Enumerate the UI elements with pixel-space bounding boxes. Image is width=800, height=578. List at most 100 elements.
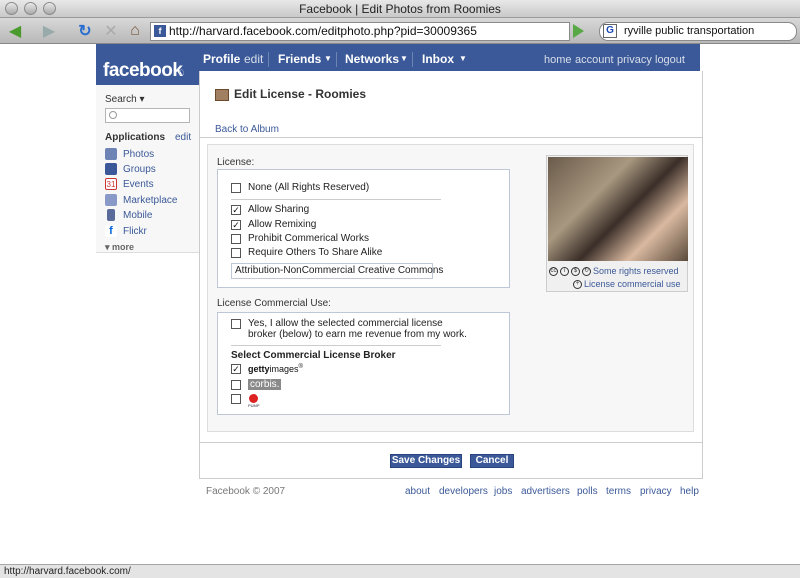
sidebar-item-marketplace[interactable]: Marketplace bbox=[105, 193, 177, 207]
footer-link-terms[interactable]: terms bbox=[606, 486, 631, 497]
close-window-button[interactable] bbox=[5, 2, 18, 15]
footer-link-developers[interactable]: developers bbox=[439, 486, 488, 497]
sidebar-item-label: Flickr bbox=[123, 225, 147, 237]
nav-privacy[interactable]: privacy bbox=[617, 54, 652, 66]
friends-dropdown-icon[interactable]: ▼ bbox=[324, 54, 332, 63]
checkbox-commercial-optin[interactable] bbox=[231, 319, 241, 329]
back-to-album-link[interactable]: Back to Album bbox=[215, 124, 279, 135]
checkbox-allow-sharing[interactable]: ✓ bbox=[231, 204, 241, 215]
cc-commercial-row[interactable]: + License commercial use bbox=[573, 279, 681, 289]
option-allow-sharing[interactable]: ✓ Allow Sharing bbox=[231, 204, 309, 215]
license-summary-field: Attribution-NonCommercial Creative Commo… bbox=[231, 263, 443, 279]
facebook-logo[interactable]: facebook bbox=[103, 60, 183, 82]
sidebar-search-label[interactable]: Search ▾ bbox=[105, 94, 144, 105]
checkbox-allow-remixing[interactable]: ✓ bbox=[231, 219, 241, 230]
footer-link-privacy[interactable]: privacy bbox=[640, 486, 672, 497]
nav-logout[interactable]: logout bbox=[655, 54, 685, 66]
sidebar-item-flickr[interactable]: f Flickr bbox=[105, 224, 147, 238]
nav-networks[interactable]: Networks bbox=[345, 52, 399, 66]
sidebar-item-label: Marketplace bbox=[123, 194, 178, 206]
sidebar-search-input[interactable] bbox=[105, 108, 190, 123]
cancel-button[interactable]: Cancel bbox=[470, 454, 514, 468]
commercial-section-label: License Commercial Use: bbox=[217, 298, 331, 309]
footer-link-polls[interactable]: polls bbox=[577, 486, 598, 497]
option-prohibit-commercial[interactable]: Prohibit Commerical Works bbox=[231, 233, 369, 244]
sidebar-item-photos[interactable]: Photos bbox=[105, 147, 154, 161]
nav-inbox[interactable]: Inbox bbox=[422, 52, 454, 66]
option-divider bbox=[231, 199, 441, 200]
reload-icon[interactable]: ↻ bbox=[74, 21, 96, 41]
commercial-optin[interactable]: Yes, I allow the selected commercial lic… bbox=[231, 318, 467, 340]
cc-noncommercial-icon: $ bbox=[571, 266, 580, 276]
broker-getty[interactable]: ✓ gettyimages® bbox=[231, 364, 303, 374]
checkbox-none[interactable] bbox=[231, 182, 241, 193]
go-arrow-icon[interactable] bbox=[573, 24, 584, 38]
sidebar-more-link[interactable]: ▾ more bbox=[105, 242, 134, 253]
broker-corbis[interactable]: corbis. bbox=[231, 379, 282, 390]
cc-attribution-icon: i bbox=[560, 266, 569, 276]
inbox-dropdown-icon[interactable]: ▼ bbox=[459, 54, 467, 63]
cc-rights-link[interactable]: Some rights reserved bbox=[593, 266, 679, 276]
option-allow-remixing[interactable]: ✓ Allow Remixing bbox=[231, 219, 316, 230]
checkbox-prohibit-commercial[interactable] bbox=[231, 233, 241, 244]
sidebar-item-label: Photos bbox=[123, 148, 155, 160]
networks-dropdown-icon[interactable]: ▼ bbox=[400, 54, 408, 63]
footer-link-advertisers[interactable]: advertisers bbox=[521, 486, 570, 497]
marketplace-icon bbox=[105, 194, 117, 206]
checkbox-share-alike[interactable] bbox=[231, 247, 241, 258]
license-form: License: None (All Rights Reserved) ✓ Al… bbox=[207, 144, 694, 432]
footer-link-about[interactable]: about bbox=[405, 486, 430, 497]
forward-arrow-icon[interactable]: ▶ bbox=[38, 21, 60, 41]
option-share-alike[interactable]: Require Others To Share Alike bbox=[231, 247, 382, 258]
nav-friends[interactable]: Friends bbox=[278, 52, 321, 66]
groups-icon bbox=[105, 163, 117, 175]
footer-link-jobs[interactable]: jobs bbox=[494, 486, 512, 497]
address-bar[interactable]: f http://harvard.facebook.com/editphoto.… bbox=[150, 22, 570, 41]
checkbox-corbis[interactable] bbox=[231, 379, 241, 390]
photo-thumbnail[interactable] bbox=[548, 157, 688, 261]
nav-profile-edit[interactable]: edit bbox=[244, 52, 263, 66]
broker-pump[interactable]: PUMP bbox=[231, 394, 260, 408]
option-share-alike-label: Require Others To Share Alike bbox=[248, 247, 383, 258]
cc-rights-row[interactable]: cc i $ ↻ Some rights reserved bbox=[549, 266, 679, 276]
window-title: Facebook | Edit Photos from Roomies bbox=[299, 2, 501, 16]
option-none-label: None (All Rights Reserved) bbox=[248, 182, 370, 193]
pump-logo: PUMP bbox=[248, 394, 260, 408]
photo-album-icon bbox=[215, 89, 229, 101]
browser-status-bar: http://harvard.facebook.com/ bbox=[0, 564, 800, 578]
page-title: Edit License - Roomies bbox=[234, 87, 367, 101]
home-icon[interactable]: ⌂ bbox=[124, 21, 146, 41]
left-sidebar: Search ▾ Applications edit Photos Groups… bbox=[96, 85, 199, 253]
google-search-icon[interactable]: G bbox=[603, 24, 617, 38]
nav-profile[interactable]: Profile bbox=[203, 52, 240, 66]
zoom-window-button[interactable] bbox=[43, 2, 56, 15]
save-changes-button[interactable]: Save Changes bbox=[390, 454, 462, 468]
calendar-icon: 31 bbox=[105, 178, 117, 190]
mobile-phone-icon bbox=[107, 209, 115, 221]
cc-icon: cc bbox=[549, 266, 558, 276]
sidebar-item-groups[interactable]: Groups bbox=[105, 162, 156, 176]
broker-heading: Select Commercial License Broker bbox=[231, 350, 396, 361]
checkbox-pump[interactable] bbox=[231, 394, 241, 404]
option-prohibit-commercial-label: Prohibit Commerical Works bbox=[248, 233, 369, 244]
nav-divider bbox=[268, 52, 269, 67]
stop-icon[interactable]: ✕ bbox=[100, 21, 122, 41]
nav-home[interactable]: home bbox=[544, 54, 572, 66]
plus-icon: + bbox=[573, 279, 582, 289]
minimize-window-button[interactable] bbox=[24, 2, 37, 15]
sidebar-item-events[interactable]: 31 Events bbox=[105, 177, 154, 191]
home-house-icon[interactable]: ⌂ bbox=[178, 66, 185, 78]
option-none[interactable]: None (All Rights Reserved) bbox=[231, 182, 369, 193]
main-panel: Edit License - Roomies Back to Album Lic… bbox=[199, 71, 703, 479]
nav-account[interactable]: account bbox=[575, 54, 614, 66]
applications-edit-link[interactable]: edit bbox=[175, 132, 191, 143]
sidebar-item-mobile[interactable]: Mobile bbox=[105, 208, 152, 222]
browser-search-field[interactable]: G ryville public transportation bbox=[599, 22, 797, 41]
sidebar-item-label: Groups bbox=[123, 163, 156, 175]
footer-link-help[interactable]: help bbox=[680, 486, 699, 497]
browser-search-value: ryville public transportation bbox=[624, 25, 755, 37]
license-commercial-link[interactable]: License commercial use bbox=[584, 279, 681, 289]
back-arrow-icon[interactable]: ◀ bbox=[4, 21, 26, 41]
checkbox-getty[interactable]: ✓ bbox=[231, 364, 241, 374]
broker-divider bbox=[231, 345, 441, 346]
